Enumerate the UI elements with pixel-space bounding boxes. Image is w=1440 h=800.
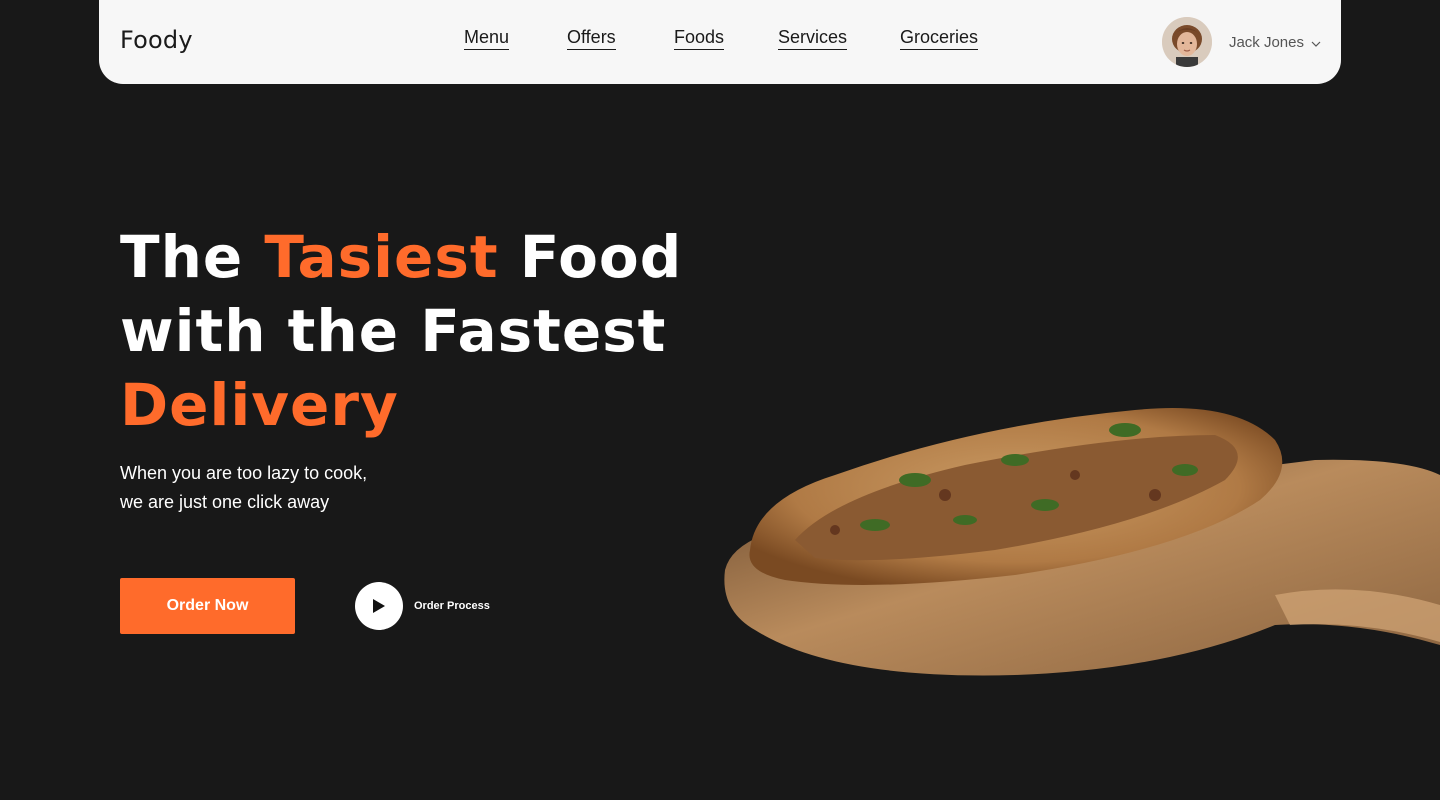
nav-link-offers[interactable]: Offers xyxy=(567,26,616,50)
headline-accent-delivery: Delivery xyxy=(120,371,399,439)
user-name[interactable]: Jack Jones xyxy=(1229,34,1304,51)
hero-subtext: When you are too lazy to cook, we are ju… xyxy=(120,463,368,512)
nav-link-foods[interactable]: Foods xyxy=(674,26,725,50)
order-process-label[interactable]: Order Process xyxy=(414,600,490,612)
chevron-down-icon[interactable] xyxy=(1311,34,1321,52)
nav-link-menu[interactable]: Menu xyxy=(464,26,510,50)
nav-link-groceries[interactable]: Groceries xyxy=(900,26,979,50)
pizza-image xyxy=(724,408,1440,676)
top-header: Foody Menu Offers Foods Services Groceri… xyxy=(99,0,1341,84)
order-process-button[interactable]: Order Process xyxy=(355,582,490,630)
main-nav: Menu Offers Foods Services Groceries xyxy=(99,26,1341,56)
user-menu[interactable]: Jack Jones xyxy=(1161,17,1321,67)
nav-link-services[interactable]: Services xyxy=(778,26,848,50)
avatar[interactable] xyxy=(1161,17,1212,67)
play-icon[interactable] xyxy=(355,582,403,630)
order-now-button[interactable]: Order Now xyxy=(120,578,295,634)
headline-line2: with the Fastest xyxy=(120,297,667,365)
headline-line1: The Tasiest Food xyxy=(120,223,683,291)
hero-headline: The Tasiest Food with the Fastest Delive… xyxy=(120,220,682,442)
headline-accent-tasiest: Tasiest xyxy=(264,223,499,291)
